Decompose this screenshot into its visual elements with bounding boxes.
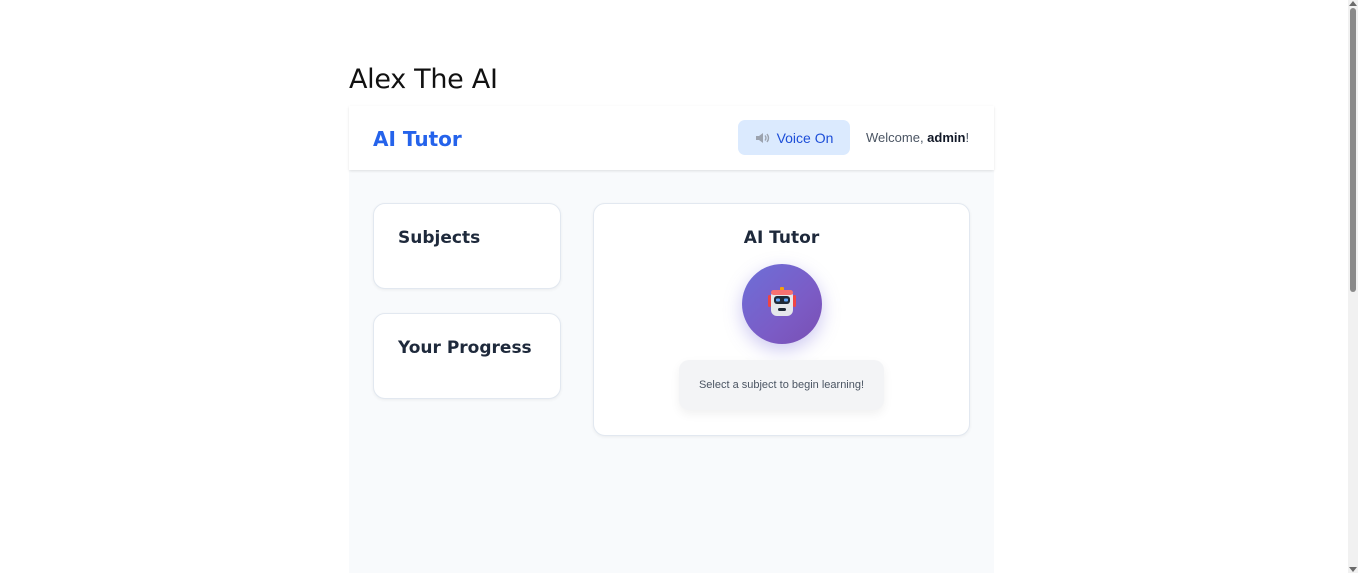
scroll-down-arrow-icon[interactable]	[1349, 567, 1357, 572]
voice-toggle-label: Voice On	[776, 129, 834, 146]
scroll-up-arrow-icon[interactable]	[1349, 1, 1357, 6]
tutor-message: Select a subject to begin learning!	[679, 360, 884, 410]
welcome-message: Welcome, admin!	[866, 130, 969, 145]
page-scrollbar[interactable]	[1348, 0, 1358, 573]
scrollbar-thumb[interactable]	[1350, 8, 1356, 292]
subjects-card: Subjects	[373, 203, 561, 289]
tutor-title: AI Tutor	[743, 228, 820, 248]
welcome-prefix: Welcome,	[866, 130, 928, 145]
welcome-suffix: !	[965, 130, 970, 145]
username: admin	[927, 130, 966, 145]
progress-title: Your Progress	[398, 338, 532, 358]
tutor-card: AI Tutor Select a subject to begin learn…	[593, 203, 970, 436]
speaker-icon	[755, 131, 771, 145]
page-title: Alex The AI	[349, 64, 498, 95]
brand-title: AI Tutor	[373, 127, 462, 151]
subjects-title: Subjects	[398, 228, 481, 248]
app-container: AI Tutor Voice On Welcome, admin! Subjec…	[349, 106, 994, 573]
app-header: AI Tutor Voice On Welcome, admin!	[349, 106, 994, 170]
tutor-avatar	[742, 264, 822, 344]
robot-icon	[765, 285, 799, 324]
progress-card: Your Progress	[373, 313, 561, 399]
voice-toggle-button[interactable]: Voice On	[738, 120, 850, 155]
